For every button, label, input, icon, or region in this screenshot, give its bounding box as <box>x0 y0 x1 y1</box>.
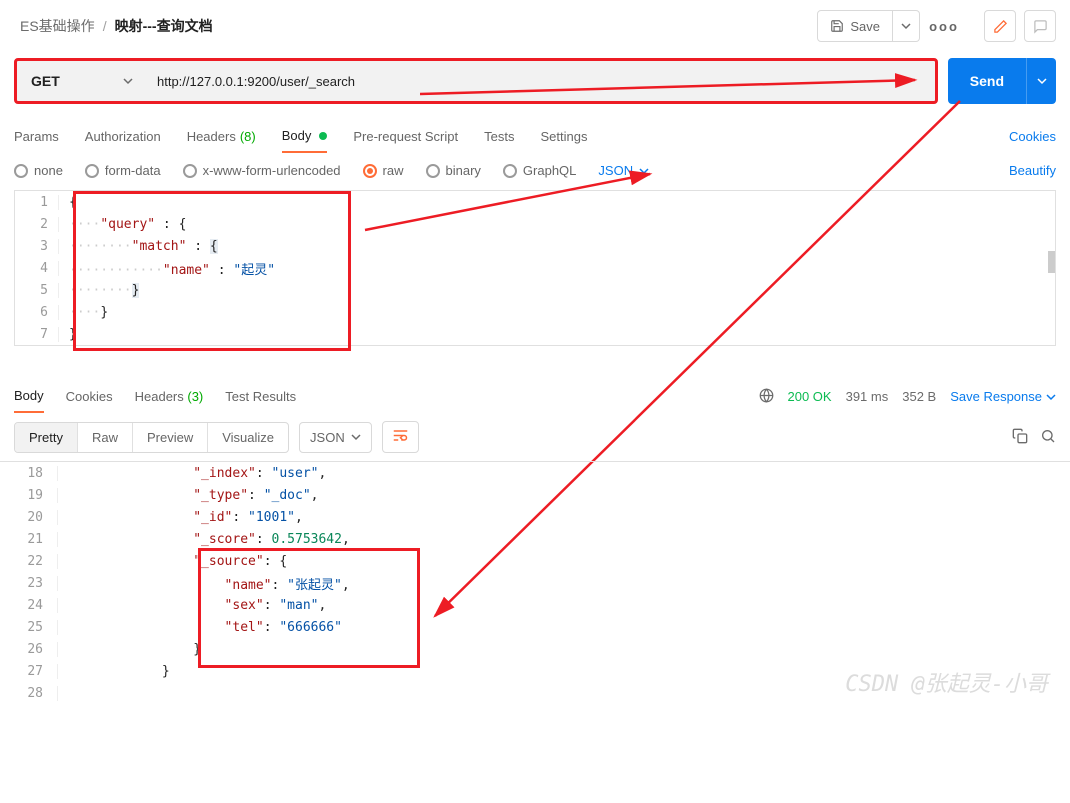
tab-params[interactable]: Params <box>14 121 59 152</box>
response-time: 391 ms <box>846 389 889 404</box>
chevron-down-icon <box>1046 392 1056 402</box>
url-value: http://127.0.0.1:9200/user/_search <box>157 74 355 89</box>
breadcrumb-parent[interactable]: ES基础操作 <box>20 16 95 36</box>
seg-raw[interactable]: Raw <box>78 423 133 452</box>
copy-button[interactable] <box>1012 428 1028 447</box>
seg-pretty[interactable]: Pretty <box>15 423 78 452</box>
save-response-button[interactable]: Save Response <box>950 389 1056 404</box>
save-dropdown-button[interactable] <box>893 10 920 42</box>
save-button-group[interactable]: Save <box>817 10 920 42</box>
resize-handle[interactable] <box>1048 251 1055 273</box>
ellipsis-icon: ooo <box>929 19 959 34</box>
globe-icon[interactable] <box>759 388 774 406</box>
status-code: 200 OK <box>788 389 832 404</box>
method-select[interactable]: GET <box>17 61 147 101</box>
pencil-icon <box>993 19 1008 34</box>
wrap-lines-button[interactable] <box>382 421 419 453</box>
radio-raw[interactable]: raw <box>363 163 404 178</box>
breadcrumb-sep: / <box>103 18 107 34</box>
chevron-down-icon <box>123 76 133 86</box>
copy-icon <box>1012 428 1028 444</box>
url-input[interactable]: http://127.0.0.1:9200/user/_search <box>147 61 935 101</box>
response-size: 352 B <box>902 389 936 404</box>
response-language-select[interactable]: JSON <box>299 422 372 453</box>
save-icon <box>830 19 844 33</box>
edit-button[interactable] <box>984 10 1016 42</box>
resp-headers-count: (3) <box>187 389 203 404</box>
save-label: Save <box>850 19 880 34</box>
more-actions-button[interactable]: ooo <box>928 10 960 42</box>
radio-none[interactable]: none <box>14 163 63 178</box>
comment-button[interactable] <box>1024 10 1056 42</box>
seg-preview[interactable]: Preview <box>133 423 208 452</box>
beautify-button[interactable]: Beautify <box>1009 163 1056 178</box>
modified-dot-icon <box>319 132 327 140</box>
breadcrumb-current: 映射---查询文档 <box>115 16 213 36</box>
save-button[interactable]: Save <box>817 10 893 42</box>
cookies-link[interactable]: Cookies <box>1009 129 1056 144</box>
search-button[interactable] <box>1040 428 1056 447</box>
resp-tab-headers[interactable]: Headers (3) <box>135 381 204 412</box>
tab-headers[interactable]: Headers (8) <box>187 121 256 152</box>
method-value: GET <box>31 73 60 89</box>
tab-body-label: Body <box>282 128 312 143</box>
chevron-down-icon <box>351 432 361 442</box>
tab-settings[interactable]: Settings <box>540 121 587 152</box>
search-icon <box>1040 428 1056 444</box>
wrap-icon <box>393 429 408 442</box>
chevron-down-icon <box>1037 76 1047 86</box>
send-dropdown-button[interactable] <box>1026 58 1056 104</box>
tab-body[interactable]: Body <box>282 120 328 153</box>
breadcrumb: ES基础操作 / 映射---查询文档 <box>20 16 213 36</box>
chevron-down-icon <box>639 166 649 176</box>
seg-visualize[interactable]: Visualize <box>208 423 288 452</box>
tab-tests[interactable]: Tests <box>484 121 514 152</box>
request-body-editor[interactable]: 1{ 2····"query" : { 3········"match" : {… <box>14 190 1056 346</box>
radio-formdata[interactable]: form-data <box>85 163 161 178</box>
resp-tab-body[interactable]: Body <box>14 380 44 413</box>
comment-icon <box>1033 19 1048 34</box>
resp-tab-cookies[interactable]: Cookies <box>66 381 113 412</box>
tab-headers-label: Headers <box>187 129 236 144</box>
radio-binary[interactable]: binary <box>426 163 481 178</box>
response-view-segmented: Pretty Raw Preview Visualize <box>14 422 289 453</box>
tab-prerequest[interactable]: Pre-request Script <box>353 121 458 152</box>
send-button[interactable]: Send <box>948 58 1026 104</box>
tab-authorization[interactable]: Authorization <box>85 121 161 152</box>
chevron-down-icon <box>901 21 911 31</box>
headers-count: (8) <box>240 129 256 144</box>
resp-tab-testresults[interactable]: Test Results <box>225 381 296 412</box>
body-language-select[interactable]: JSON <box>598 163 649 178</box>
radio-xwww[interactable]: x-www-form-urlencoded <box>183 163 341 178</box>
response-body-editor[interactable]: 18 "_index": "user", 19 "_type": "_doc",… <box>0 461 1070 704</box>
radio-graphql[interactable]: GraphQL <box>503 163 576 178</box>
